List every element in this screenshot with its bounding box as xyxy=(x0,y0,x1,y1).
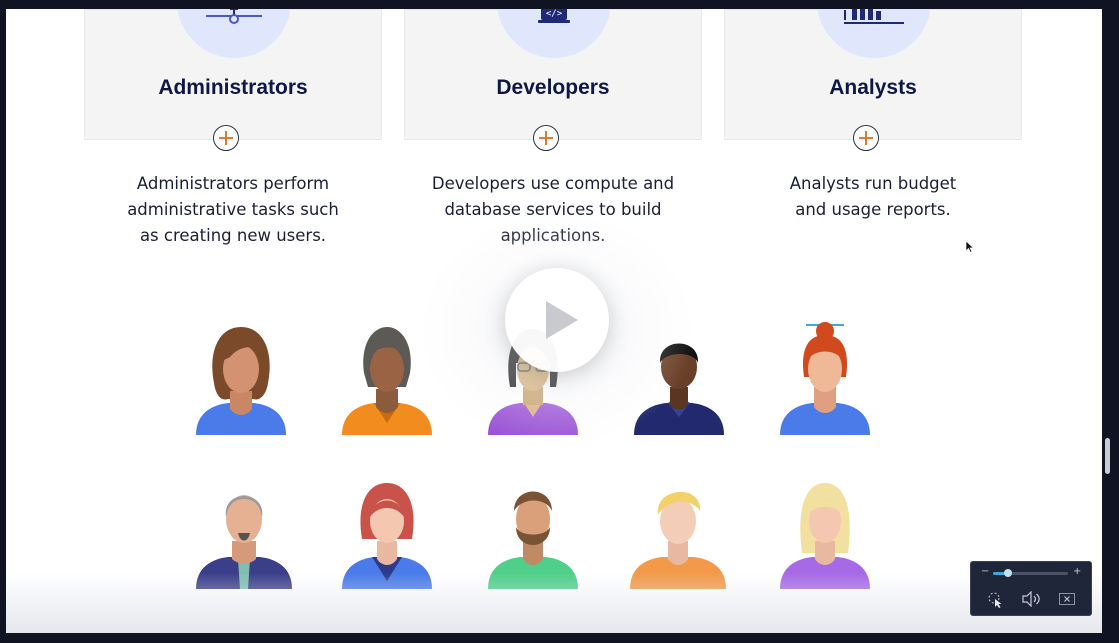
expand-developers-button[interactable] xyxy=(533,125,559,151)
player-mini-controls: − + xyxy=(970,561,1092,616)
volume-down-icon[interactable]: − xyxy=(981,566,989,577)
description-line: Analysts run budget xyxy=(789,174,957,193)
card-administrators: Administrators xyxy=(84,9,382,140)
card-icon-circle: </> xyxy=(497,9,611,58)
description-line: Developers use compute and xyxy=(431,174,675,193)
avatar-woman-red-bun xyxy=(780,322,870,435)
volume-slider[interactable] xyxy=(993,569,1068,577)
network-icon xyxy=(206,9,262,24)
bar-chart-icon xyxy=(844,9,904,24)
close-icon[interactable] xyxy=(1059,593,1075,605)
pointer-select-icon[interactable] xyxy=(987,591,1005,609)
code-laptop-icon: </> xyxy=(538,9,570,23)
card-title: Administrators xyxy=(158,76,308,99)
expand-analysts-button[interactable] xyxy=(853,125,879,151)
volume-slider-knob[interactable] xyxy=(1004,569,1012,577)
avatar-man-bald-goatee xyxy=(196,495,292,589)
avatar-man-beard xyxy=(488,491,578,589)
avatar-woman-brown-hair xyxy=(196,327,286,435)
play-icon[interactable] xyxy=(505,268,609,372)
description-line: Administrators perform xyxy=(136,174,330,193)
description-administrators: Administrators perform administrative ta… xyxy=(84,171,382,249)
volume-up-icon[interactable]: + xyxy=(1073,566,1081,577)
card-icon-circle xyxy=(817,9,931,58)
avatar-man-blond xyxy=(630,491,726,589)
scrollbar-thumb[interactable] xyxy=(1105,438,1110,474)
card-icon-circle xyxy=(177,9,291,58)
card-analysts: Analysts xyxy=(724,9,1022,140)
description-line: and usage reports. xyxy=(795,200,951,219)
avatar-woman-red-bob xyxy=(342,483,432,589)
svg-text:</>: </> xyxy=(546,9,563,19)
mouse-cursor-icon xyxy=(966,241,974,253)
description-analysts: Analysts run budget and usage reports. xyxy=(724,171,1022,223)
card-title: Analysts xyxy=(829,76,917,99)
video-frame: Administrators </> Developers Analysts A… xyxy=(0,0,1119,643)
card-title: Developers xyxy=(496,76,610,99)
card-developers: </> Developers xyxy=(404,9,702,140)
speaker-icon[interactable] xyxy=(1021,591,1041,607)
video-content: Administrators </> Developers Analysts A… xyxy=(6,9,1102,633)
expand-administrators-button[interactable] xyxy=(213,125,239,151)
avatar-woman-blonde xyxy=(780,483,870,589)
description-line: administrative tasks such xyxy=(127,200,339,219)
description-line: as creating new users. xyxy=(139,226,327,245)
